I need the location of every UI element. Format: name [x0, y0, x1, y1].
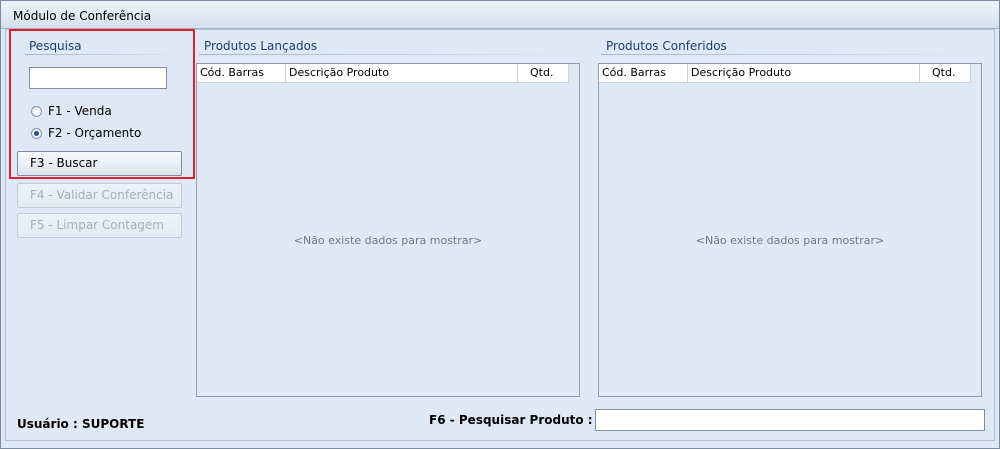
conferidos-grid-header: Cód. Barras Descrição Produto Qtd. — [599, 64, 971, 83]
search-input[interactable] — [29, 67, 167, 89]
conferidos-grid[interactable]: Cód. Barras Descrição Produto Qtd. <Não … — [598, 63, 982, 397]
lancados-col-descricao[interactable]: Descrição Produto — [286, 64, 518, 82]
conferidos-col-qtd[interactable]: Qtd. — [920, 64, 971, 82]
radio-venda-label: F1 - Venda — [48, 104, 112, 118]
search-product-label: F6 - Pesquisar Produto : — [429, 413, 593, 427]
lancados-col-cod-barras[interactable]: Cód. Barras — [197, 64, 286, 82]
conferidos-col-descricao[interactable]: Descrição Produto — [688, 64, 920, 82]
lancados-grid-header: Cód. Barras Descrição Produto Qtd. — [197, 64, 569, 83]
limpar-contagem-button[interactable]: F5 - Limpar Contagem — [17, 213, 182, 238]
conferidos-empty-text: <Não existe dados para mostrar> — [695, 234, 885, 247]
title-bar: Módulo de Conferência — [1, 1, 999, 29]
user-label: Usuário : SUPORTE — [17, 417, 145, 431]
lancados-grid[interactable]: Cód. Barras Descrição Produto Qtd. <Não … — [196, 63, 580, 397]
search-group-title: Pesquisa — [29, 39, 82, 53]
search-product-input[interactable] — [595, 409, 985, 431]
search-group-divider — [25, 54, 185, 55]
window-title: Módulo de Conferência — [13, 9, 152, 23]
radio-venda[interactable]: F1 - Venda — [31, 104, 112, 118]
lancados-title: Produtos Lançados — [204, 39, 318, 53]
lancados-empty-text: <Não existe dados para mostrar> — [293, 234, 483, 247]
buscar-button[interactable]: F3 - Buscar — [17, 151, 182, 176]
conferidos-title: Produtos Conferidos — [606, 39, 727, 53]
conference-window: Módulo de Conferência Pesquisa F1 - Vend… — [0, 0, 1000, 449]
radio-orcamento-label: F2 - Orçamento — [48, 126, 142, 140]
radio-venda-circle[interactable] — [31, 105, 42, 117]
lancados-divider — [199, 54, 579, 55]
conferidos-divider — [601, 54, 981, 55]
validar-conferencia-button[interactable]: F4 - Validar Conferência — [17, 183, 182, 208]
conferidos-col-cod-barras[interactable]: Cód. Barras — [599, 64, 688, 82]
radio-orcamento-circle[interactable] — [31, 127, 42, 139]
radio-orcamento[interactable]: F2 - Orçamento — [31, 126, 141, 140]
lancados-col-qtd[interactable]: Qtd. — [518, 64, 569, 82]
